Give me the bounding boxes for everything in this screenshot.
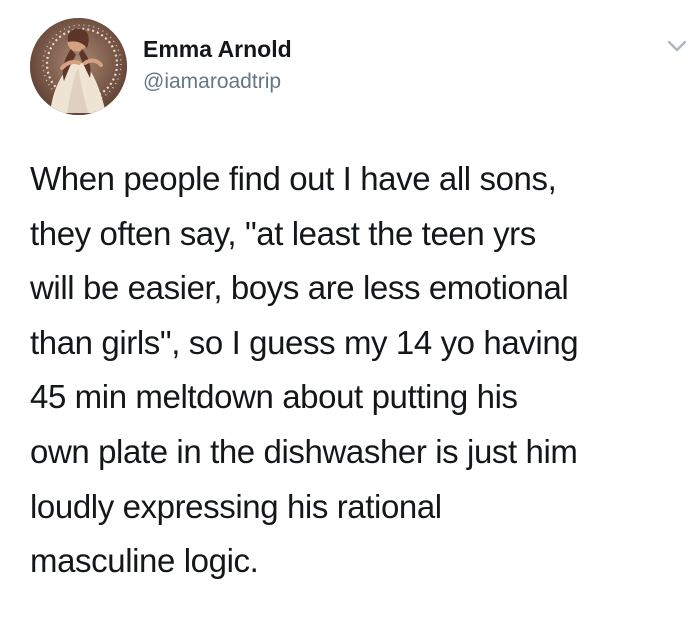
avatar-image (30, 18, 127, 115)
avatar[interactable] (30, 18, 127, 115)
tweet-menu-button[interactable] (666, 38, 688, 54)
author-display-name[interactable]: Emma Arnold (143, 35, 292, 63)
tweet-header: Emma Arnold @iamaroadtrip (30, 18, 690, 118)
tweet-card: Emma Arnold @iamaroadtrip When people fi… (0, 0, 700, 635)
chevron-down-icon (667, 40, 687, 52)
tweet-text: When people find out I have all sons, th… (30, 160, 579, 580)
author-handle[interactable]: @iamaroadtrip (143, 69, 281, 95)
